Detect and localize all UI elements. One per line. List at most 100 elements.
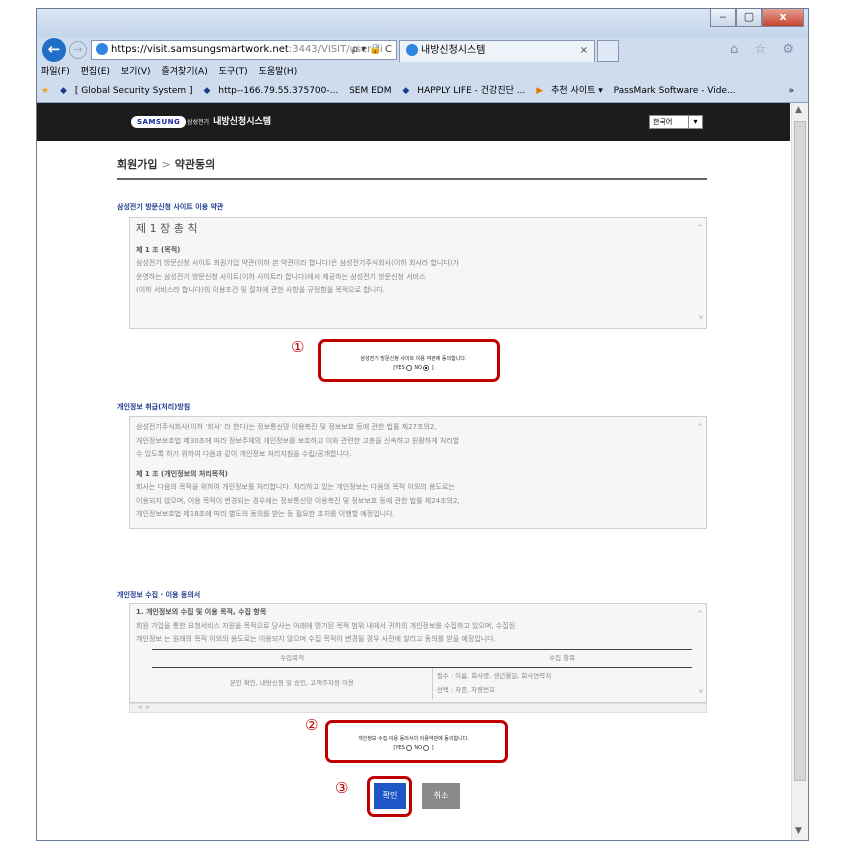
collect-line: 회원 가입을 통한 요청서비스 지원을 목적으로 당사는 아래에 명기된 목적 … [136, 621, 516, 630]
terms-close-bracket: ] [431, 365, 434, 371]
collect-section-title: 개인정보 수집 · 이용 동의서 [117, 591, 201, 599]
tab-close-icon[interactable]: × [580, 41, 588, 61]
menu-edit[interactable]: 편집(E) [81, 67, 110, 77]
scroll-down-icon[interactable]: ▼ [795, 826, 802, 836]
terms-chapter: 제 1 장 총 칙 [136, 222, 198, 235]
maximize-button[interactable]: ▢ [736, 9, 762, 27]
samsung-logo: SAMSUNG [131, 116, 187, 128]
privacy-line: 삼성전기주식회사(이하 '회사' 라 한다)는 정보통신망 이용촉진 및 정보보… [136, 423, 437, 431]
privacy-line: 개인정보보호법 제30조에 따라 정보주체의 개인정보를 보호하고 이와 관련한… [136, 436, 460, 445]
collect-no-radio[interactable] [423, 744, 430, 751]
favorite-icon: ◆ [402, 86, 410, 96]
menu-view[interactable]: 보기(V) [121, 67, 151, 77]
favorite-happly-life[interactable]: HAPPLY LIFE - 건강진단 ... [417, 86, 525, 96]
menu-help[interactable]: 도움말(H) [259, 67, 298, 77]
textbox-scroll-down-icon[interactable]: v [699, 685, 703, 699]
collect-yes-label: [YES [393, 745, 405, 751]
browser-tab[interactable]: 내방신청시스템 × [399, 40, 595, 62]
terms-section-title: 삼성전기 방문신청 사이트 이용 약관 [117, 203, 224, 211]
table-header-items: 수집 항목 [432, 648, 692, 668]
address-tools[interactable]: ρ ▾ 🔒 C [352, 41, 392, 59]
terms-agree-group: 삼성전기 방문신청 사이트 이용 약관에 동의합니다. [YES NO ] [37, 355, 790, 373]
page-viewport: ▲ ▼ SAMSUNG 삼성전기 내방신청시스템 한국어 ▾ 회원가입 > 약관동의 … [37, 102, 808, 840]
site-name-main: 내방신청시스템 [213, 117, 272, 127]
terms-no-label: NO [414, 365, 423, 371]
textbox-scroll-down-icon[interactable]: v [699, 311, 703, 325]
site-name-sub: 삼성전기 [187, 119, 210, 126]
terms-yes-label: [YES [393, 365, 405, 371]
ie-page-icon [96, 43, 108, 55]
language-select[interactable]: 한국어 ▾ [649, 115, 703, 129]
terms-line: 삼성전기 방문신청 사이트 회원가입 약관(이하 본 약관이라 합니다)은 삼성… [136, 259, 459, 267]
terms-article: 제 1 조 (목적) [136, 245, 181, 254]
collect-close-bracket: ] [431, 745, 434, 751]
confirm-button[interactable]: 확인 [374, 783, 406, 809]
new-tab-button[interactable] [597, 40, 619, 62]
suggested-sites-icon: ▶ [536, 86, 544, 96]
collect-textbox[interactable]: 1. 개인정보의 수집 및 이용 목적, 수집 항목 회원 가입을 통한 요청서… [129, 603, 707, 703]
scroll-up-icon[interactable]: ▲ [795, 105, 802, 115]
callout-3: ③ [335, 779, 349, 797]
favorite-http-link[interactable]: http--166.79.55.375700-... [218, 86, 338, 96]
menu-bar: 파일(F) 편집(E) 보기(V) 즐겨찾기(A) 도구(T) 도움말(H) [37, 63, 808, 81]
table-header-row: 수집목적 수집 항목 [152, 648, 692, 668]
privacy-section-title: 개인정보 취급(처리)방침 [117, 403, 191, 411]
collect-heading: 1. 개인정보의 수집 및 이용 목적, 수집 항목 [136, 608, 267, 616]
navigation-row: ← → https://visit.samsungsmartwork.net:3… [37, 37, 808, 63]
table-item-optional: 선택 : 차종, 차량번호 [436, 685, 496, 694]
chevron-down-icon: ▾ [688, 116, 702, 128]
vertical-scrollbar[interactable]: ▲ ▼ [791, 103, 808, 840]
privacy-line: 개인정보보호법 제18조에 따라 별도의 동의를 받는 등 필요한 조치를 이행… [136, 510, 395, 518]
textbox-scroll-up-icon[interactable]: ^ [697, 421, 703, 435]
url-main: https://visit.samsungsmartwork.net [111, 44, 289, 55]
terms-textbox[interactable]: 제 1 장 총 칙 제 1 조 (목적) 삼성전기 방문신청 사이트 회원가입 … [129, 217, 707, 329]
favorite-suggested-sites[interactable]: 추천 사이트 ▾ [551, 86, 603, 96]
favorite-icon: ◆ [203, 86, 211, 96]
privacy-line: 이용되지 않으며, 이용 목적이 변경되는 경우에는 정보통신망 이용촉진 및 … [136, 496, 460, 505]
callout-1: ① [291, 338, 305, 356]
privacy-line: 수 있도록 하기 위하여 다음과 같이 개인정보 처리지침을 수립/공개합니다. [136, 450, 352, 458]
breadcrumb-terms: 약관동의 [174, 158, 216, 171]
language-value: 한국어 [653, 118, 673, 126]
favorites-more-icon[interactable]: » [788, 81, 794, 101]
forward-button[interactable]: → [69, 41, 87, 59]
site-name: 삼성전기 내방신청시스템 [187, 115, 271, 130]
terms-no-radio[interactable] [423, 364, 430, 371]
title-bar: ‒ ▢ x [37, 9, 808, 37]
collect-hscrollbar[interactable]: < > [129, 703, 707, 713]
privacy-textbox[interactable]: 삼성전기주식회사(이하 '회사' 라 한다)는 정보통신망 이용촉진 및 정보보… [129, 416, 707, 529]
textbox-scroll-up-icon[interactable]: ^ [697, 608, 703, 622]
favorites-bar: ★ ◆ [ Global Security System ] ◆ http--166… [37, 81, 808, 101]
scroll-thumb[interactable] [794, 121, 806, 781]
collect-line: 개인정보 는 원래의 목적 이외의 용도로는 이용되지 않으며 수집 목적이 변… [136, 635, 496, 643]
favorite-sem-edm[interactable]: SEM EDM [349, 86, 391, 96]
home-favorites-settings-icons[interactable]: ⌂ ☆ ⚙ [730, 42, 800, 57]
close-button[interactable]: x [762, 9, 804, 27]
window-controls: ‒ ▢ x [710, 9, 804, 27]
terms-yes-radio[interactable] [405, 364, 412, 371]
privacy-article: 제 1 조 (개인정보의 처리목적) [136, 469, 228, 478]
minimize-button[interactable]: ‒ [710, 9, 736, 27]
favorite-global-security[interactable]: [ Global Security System ] [75, 86, 193, 96]
menu-file[interactable]: 파일(F) [41, 67, 70, 77]
table-cell-items: 필수 : 이름, 회사명, 생년월일, 회사연락처 선택 : 차종, 차량번호 [431, 667, 692, 699]
favorites-star-icon[interactable]: ★ [41, 86, 49, 96]
collect-table: 수집목적 수집 항목 본인 확인, 내방신청 및 승인, 고객주차장 이용 필수… [152, 648, 692, 699]
table-header-purpose: 수집목적 [152, 648, 433, 668]
browser-window: ‒ ▢ x ← → https://visit.samsungsmartwork… [36, 8, 809, 841]
favorite-passmark[interactable]: PassMark Software - Vide... [614, 86, 736, 96]
collect-agree-options: [YES NO ] [37, 744, 790, 753]
menu-tools[interactable]: 도구(T) [219, 67, 248, 77]
table-cell-purpose: 본인 확인, 내방신청 및 승인, 고객주차장 이용 [229, 678, 354, 687]
textbox-scroll-up-icon[interactable]: ^ [697, 222, 703, 236]
breadcrumb-separator: > [161, 158, 171, 171]
collect-yes-radio[interactable] [405, 744, 412, 751]
site-header: SAMSUNG 삼성전기 내방신청시스템 한국어 ▾ [37, 103, 790, 141]
address-bar[interactable]: https://visit.samsungsmartwork.net:3443/… [91, 40, 397, 60]
cancel-button[interactable]: 취소 [422, 783, 460, 809]
menu-favorites[interactable]: 즐겨찾기(A) [161, 67, 207, 77]
terms-agree-options: [YES NO ] [37, 364, 790, 373]
favorite-icon: ◆ [59, 86, 67, 96]
privacy-line: 회사는 다음의 목적을 위하여 개인정보를 처리합니다. 처리하고 있는 개인정… [136, 483, 455, 491]
back-button[interactable]: ← [42, 38, 66, 62]
